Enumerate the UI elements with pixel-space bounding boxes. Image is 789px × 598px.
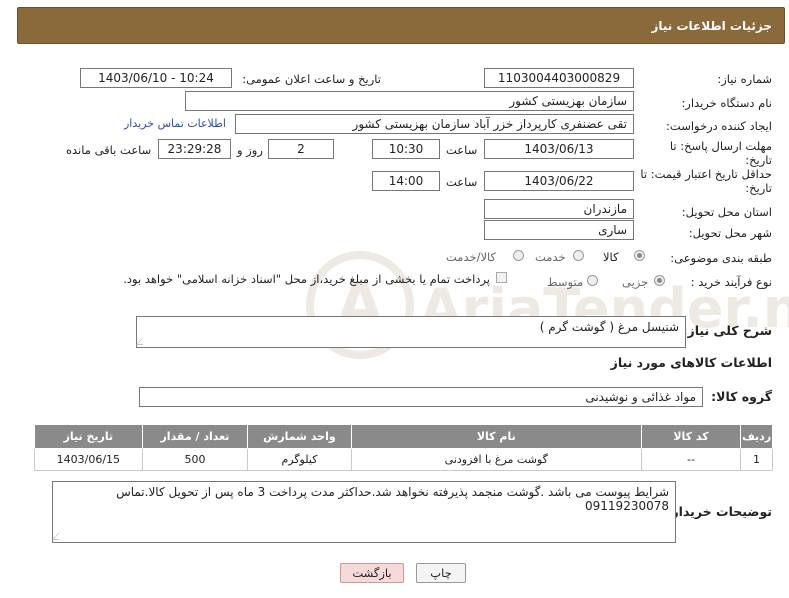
- announce-datetime-field: 1403/06/10 - 10:24: [80, 68, 232, 88]
- price-validity-time-label: ساعت: [446, 175, 478, 189]
- buyer-org-field: سازمان بهزیستی کشور: [185, 91, 634, 111]
- buyer-notes-text: شرایط پیوست می باشد .گوشت منجمد پذیرفته …: [116, 485, 669, 513]
- deadline-time-field: 10:30: [372, 139, 440, 159]
- announce-label: تاریخ و ساعت اعلان عمومی:: [242, 72, 381, 86]
- province-label: استان محل تحویل:: [681, 205, 772, 219]
- requester-field: تقی عضنفری کارپرداز خزر آباد سازمان بهزی…: [235, 114, 634, 134]
- category-both-radio[interactable]: [513, 250, 524, 261]
- details-header-bar: جزئیات اطلاعات نیاز: [17, 7, 785, 44]
- process-label: نوع فرآیند خرید :: [690, 275, 772, 289]
- buyer-contact-link[interactable]: اطلاعات تماس خریدار: [124, 117, 226, 130]
- need-number-label: شماره نیاز:: [717, 72, 772, 86]
- deadline-label: مهلت ارسال پاسخ: تا تاریخ:: [669, 139, 772, 167]
- price-validity-date-field: 1403/06/22: [484, 171, 634, 191]
- process-minor-radio[interactable]: [654, 275, 665, 286]
- category-goods-radio[interactable]: [634, 250, 645, 261]
- col-header-goods-name: نام کالا: [350, 424, 642, 449]
- need-number-field: 1103004403000829: [484, 68, 634, 88]
- buyer-notes-label: توضیحات خریدار:: [666, 504, 772, 519]
- remaining-time-label: ساعت باقی مانده: [66, 143, 152, 157]
- resize-grip-icon[interactable]: [135, 338, 150, 345]
- deadline-date-field: 1403/06/13: [484, 139, 634, 159]
- col-header-unit: واحد شمارش: [247, 424, 352, 449]
- col-header-quantity: تعداد / مقدار: [141, 424, 249, 449]
- page-title: جزئیات اطلاعات نیاز: [651, 19, 772, 33]
- cell-row-number: 1: [740, 448, 773, 471]
- goods-group-label: گروه کالا:: [711, 389, 772, 404]
- col-header-row-number: ردیف: [740, 424, 773, 449]
- price-validity-time-field: 14:00: [372, 171, 440, 191]
- goods-table: ردیف کد کالا نام کالا واحد شمارش تعداد /…: [34, 424, 773, 471]
- process-medium-label: متوسط: [547, 275, 584, 289]
- col-header-need-date: تاریخ نیاز: [34, 424, 143, 449]
- col-header-goods-code: کد کالا: [640, 424, 742, 449]
- price-validity-label: حداقل تاریخ اعتبار قیمت: تا تاریخ:: [640, 167, 772, 195]
- category-service-label: خدمت: [535, 250, 566, 264]
- table-row: 1 -- گوشت مرغ با افزودنی کیلوگرم 500 140…: [34, 448, 773, 471]
- buyer-org-label: نام دستگاه خریدار:: [681, 96, 772, 110]
- days-remaining-field: 2: [268, 139, 334, 159]
- category-goods-label: کالا: [603, 250, 619, 264]
- province-field: مازندران: [484, 199, 634, 219]
- table-header-row: ردیف کد کالا نام کالا واحد شمارش تعداد /…: [34, 424, 773, 449]
- requester-label: ایجاد کننده درخواست:: [666, 119, 772, 133]
- treasury-payment-note: پرداخت تمام یا بخشی از مبلغ خرید،از محل …: [123, 272, 490, 286]
- summary-textarea[interactable]: شنیسل مرغ ( گوشت گرم ): [135, 316, 686, 348]
- summary-text: شنیسل مرغ ( گوشت گرم ): [539, 320, 679, 334]
- print-button[interactable]: چاپ: [416, 563, 466, 583]
- resize-grip-icon[interactable]: [51, 533, 66, 540]
- goods-group-field: مواد غذائی و نوشیدنی: [139, 387, 703, 407]
- cell-goods-code: --: [640, 448, 742, 471]
- cell-quantity: 500: [141, 448, 249, 471]
- city-field: ساری: [484, 220, 634, 240]
- process-minor-label: جزیی: [622, 275, 649, 289]
- back-button[interactable]: بازگشت: [340, 563, 404, 583]
- remaining-time-field: 23:29:28: [158, 139, 231, 159]
- summary-label: شرح کلی نیاز:: [682, 323, 772, 338]
- treasury-payment-checkbox[interactable]: [496, 272, 507, 283]
- cell-goods-name: گوشت مرغ با افزودنی: [350, 448, 642, 471]
- process-medium-radio[interactable]: [587, 275, 598, 286]
- deadline-time-label: ساعت: [446, 143, 478, 157]
- category-label: طبقه بندی موضوعی:: [670, 251, 772, 265]
- category-both-label: کالا/خدمت: [446, 250, 497, 264]
- city-label: شهر محل تحویل:: [688, 226, 772, 240]
- category-service-radio[interactable]: [573, 250, 584, 261]
- cell-unit: کیلوگرم: [247, 448, 352, 471]
- buyer-notes-textarea[interactable]: شرایط پیوست می باشد .گوشت منجمد پذیرفته …: [51, 481, 676, 543]
- goods-section-title: اطلاعات کالاهای مورد نیاز: [610, 355, 772, 370]
- days-label: روز و: [237, 143, 263, 157]
- cell-need-date: 1403/06/15: [34, 448, 143, 471]
